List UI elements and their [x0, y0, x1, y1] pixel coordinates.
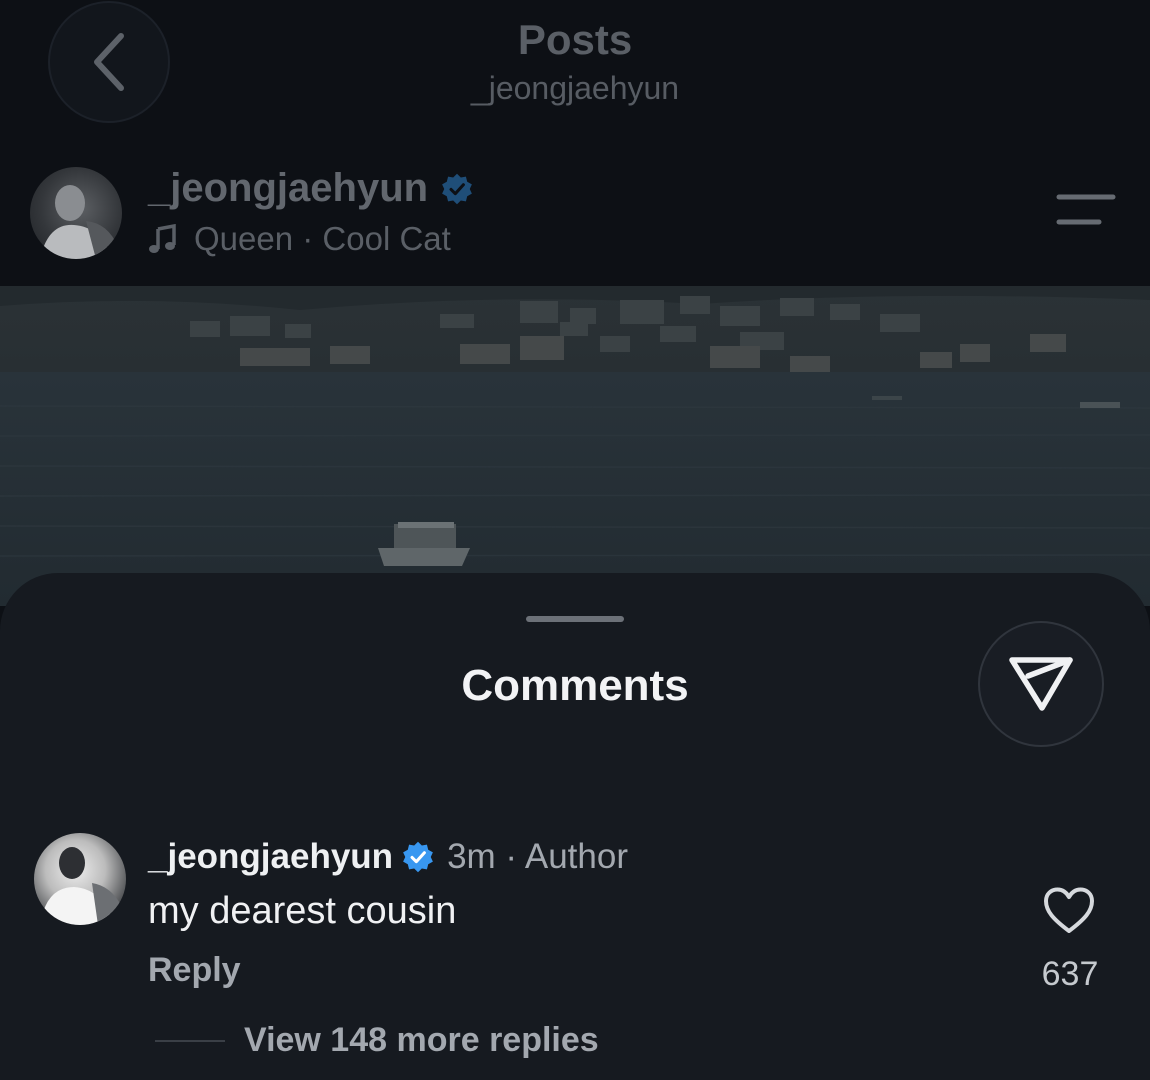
- menu-icon[interactable]: [1055, 193, 1117, 227]
- sheet-grabber[interactable]: [526, 616, 624, 622]
- music-label: Queen · Cool Cat: [194, 220, 451, 257]
- comment-username[interactable]: _jeongjaehyun: [148, 837, 393, 877]
- comment-avatar[interactable]: [34, 833, 126, 925]
- share-button[interactable]: [978, 621, 1104, 747]
- avatar-image: [40, 847, 126, 925]
- post-username-text: _jeongjaehyun: [148, 166, 429, 210]
- view-replies-button[interactable]: View 148 more replies: [244, 1021, 599, 1060]
- page-subtitle: _jeongjaehyun: [470, 70, 680, 106]
- comments-sheet: Comments _jeongjaehyun 3m · Author my de…: [0, 573, 1150, 1080]
- screen: Posts _jeongjaehyun _jeongjaehyun Queen …: [0, 0, 1150, 1080]
- like-count: 637: [1041, 955, 1099, 993]
- verified-badge-icon: [442, 173, 472, 204]
- comment-meta: 3m · Author: [447, 837, 628, 876]
- post-music[interactable]: Queen · Cool Cat: [148, 220, 451, 258]
- heart-icon[interactable]: [1043, 887, 1095, 935]
- send-icon: [1009, 657, 1073, 711]
- post-username[interactable]: _jeongjaehyun: [148, 166, 474, 211]
- lake-photo-image: [0, 286, 1150, 606]
- post-avatar[interactable]: [30, 167, 122, 259]
- replies-divider: [155, 1040, 225, 1042]
- reply-button[interactable]: Reply: [148, 951, 241, 990]
- music-note-icon: [149, 224, 176, 253]
- avatar-image: [40, 185, 122, 259]
- post-photo[interactable]: [0, 286, 1150, 606]
- page-title: Posts: [517, 16, 633, 63]
- verified-badge-icon: [403, 841, 433, 873]
- comment-header: _jeongjaehyun 3m · Author: [148, 837, 628, 877]
- verified-badge: [401, 840, 435, 874]
- comment-text: my dearest cousin: [148, 890, 457, 932]
